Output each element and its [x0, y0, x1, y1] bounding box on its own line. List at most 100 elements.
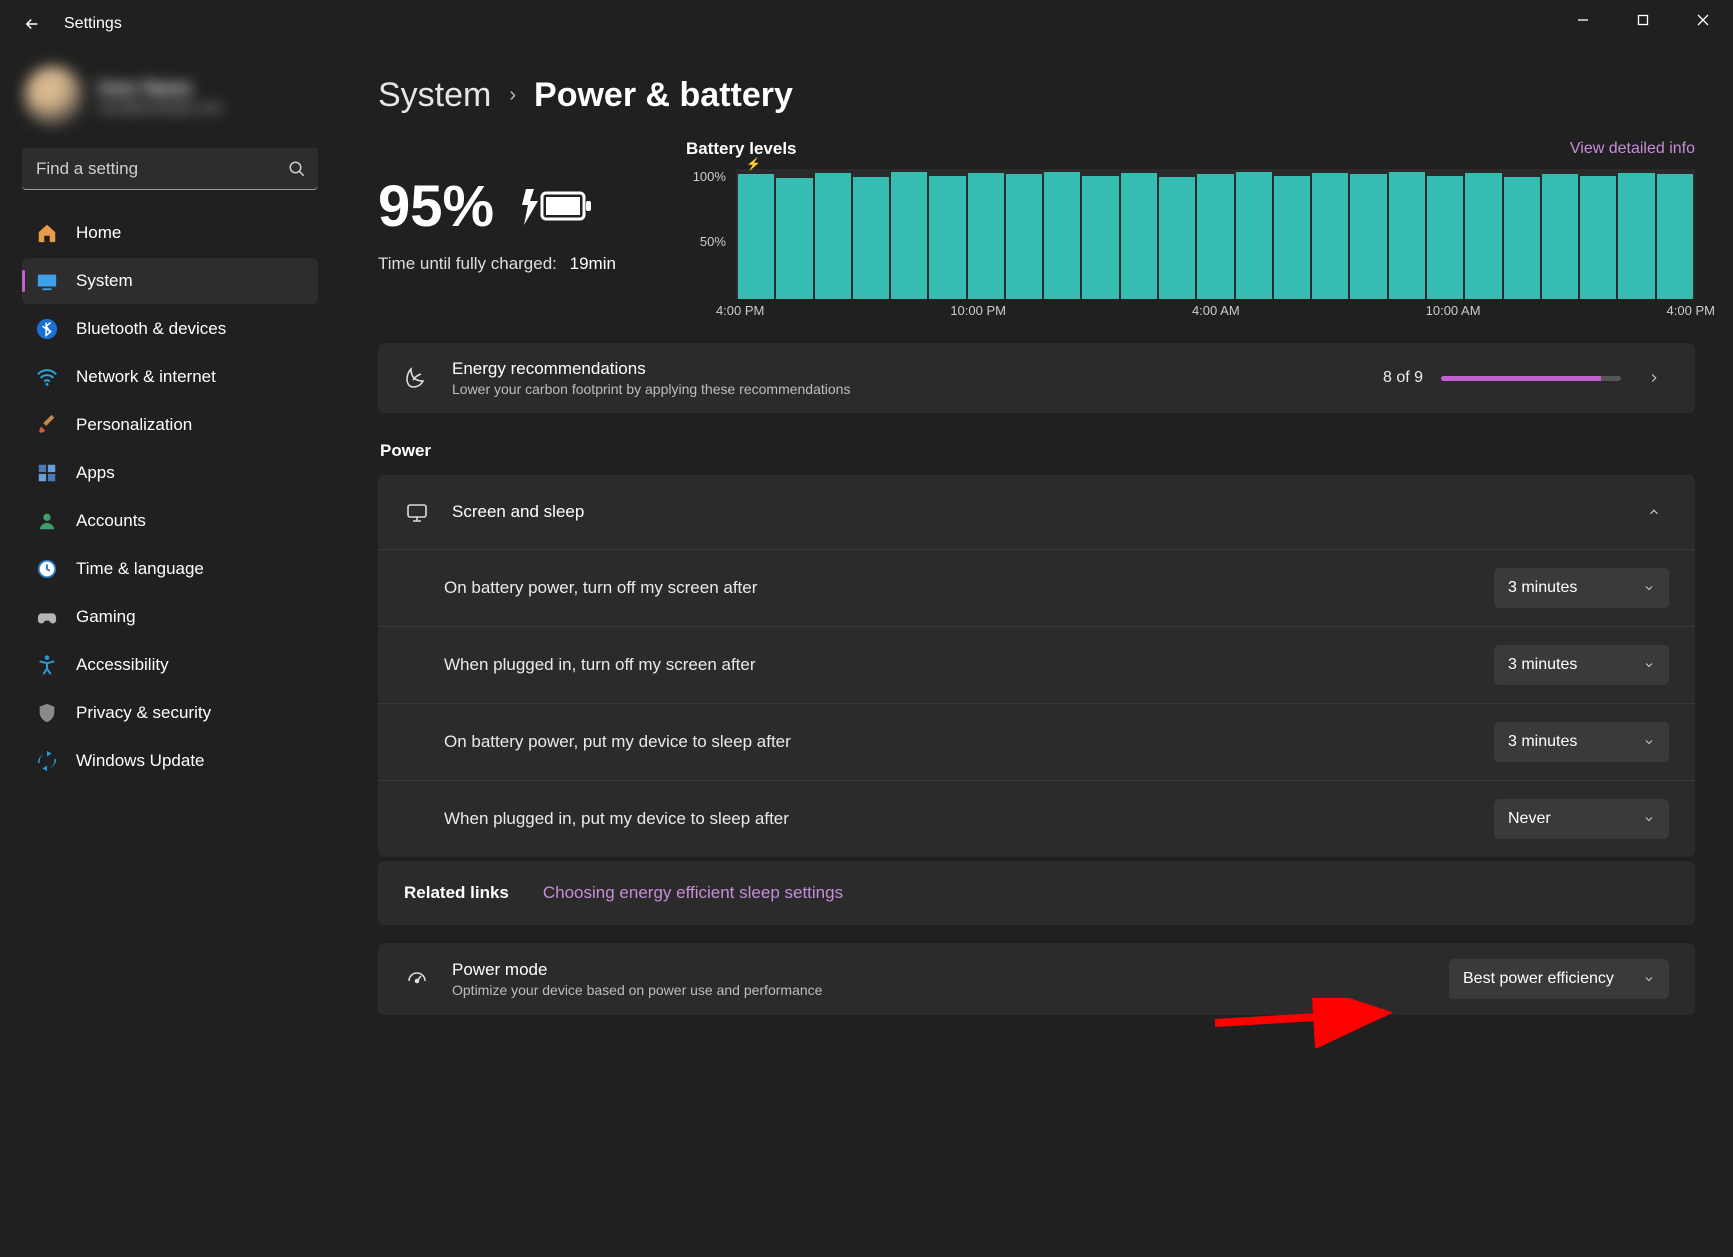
chart-bar	[1312, 173, 1348, 299]
power-mode-subtitle: Optimize your device based on power use …	[452, 982, 1427, 998]
charge-time-value: 19min	[570, 254, 616, 273]
chart-bar	[1542, 174, 1578, 299]
wifi-icon	[36, 366, 58, 388]
chevron-up-icon[interactable]	[1639, 497, 1669, 527]
x-tick: 10:00 AM	[1426, 303, 1481, 318]
power-mode-dropdown[interactable]: Best power efficiency	[1449, 959, 1669, 999]
leaf-icon	[404, 366, 430, 390]
sleep-setting-dropdown-1[interactable]: 3 minutes	[1494, 645, 1669, 685]
battery-percent: 95%	[378, 173, 616, 240]
power-mode-card[interactable]: Power mode Optimize your device based on…	[378, 943, 1695, 1015]
energy-progress	[1441, 376, 1621, 381]
sleep-setting-row: When plugged in, put my device to sleep …	[378, 781, 1695, 857]
chevron-right-icon[interactable]	[1639, 363, 1669, 393]
chevron-right-icon: ›	[509, 84, 516, 107]
y-tick: 100%	[686, 169, 726, 184]
chart-bar	[815, 173, 851, 299]
energy-recommendations-card[interactable]: Energy recommendations Lower your carbon…	[378, 343, 1695, 413]
sidebar-item-label: Windows Update	[76, 751, 205, 771]
brush-icon	[36, 414, 58, 436]
chart-bar	[1465, 173, 1501, 299]
sidebar-item-personalization[interactable]: Personalization	[22, 402, 318, 448]
y-tick: 50%	[686, 234, 726, 249]
related-link[interactable]: Choosing energy efficient sleep settings	[543, 883, 843, 903]
sidebar-item-time-language[interactable]: Time & language	[22, 546, 318, 592]
sidebar-item-label: Network & internet	[76, 367, 216, 387]
chevron-down-icon	[1643, 736, 1655, 748]
sidebar-item-system[interactable]: System	[22, 258, 318, 304]
screen-sleep-header[interactable]: Screen and sleep	[378, 475, 1695, 550]
avatar	[24, 66, 84, 126]
gamepad-icon	[36, 606, 58, 628]
chart-bar	[968, 173, 1004, 299]
chevron-down-icon	[1643, 973, 1655, 985]
energy-subtitle: Lower your carbon footprint by applying …	[452, 381, 1361, 397]
chart-bar	[1121, 173, 1157, 299]
search-icon	[288, 160, 306, 178]
sidebar-item-gaming[interactable]: Gaming	[22, 594, 318, 640]
sleep-setting-dropdown-3[interactable]: Never	[1494, 799, 1669, 839]
battery-percent-value: 95%	[378, 173, 494, 240]
chart-bar	[1197, 174, 1233, 299]
chevron-down-icon	[1643, 582, 1655, 594]
energy-count: 8 of 9	[1383, 369, 1423, 387]
bluetooth-icon	[36, 318, 58, 340]
profile-name: User Name	[98, 78, 223, 99]
breadcrumb-current: Power & battery	[534, 76, 793, 115]
profile-email: user@example.com	[98, 99, 223, 115]
sleep-setting-row: On battery power, put my device to sleep…	[378, 704, 1695, 781]
sidebar-item-label: Home	[76, 223, 121, 243]
sidebar-item-network-internet[interactable]: Network & internet	[22, 354, 318, 400]
search-field[interactable]	[22, 148, 318, 190]
sidebar-item-privacy-security[interactable]: Privacy & security	[22, 690, 318, 736]
breadcrumb-parent[interactable]: System	[378, 76, 491, 115]
sidebar-item-home[interactable]: Home	[22, 210, 318, 256]
battery-charging-icon	[516, 187, 594, 227]
person-icon	[36, 510, 58, 532]
view-detailed-link[interactable]: View detailed info	[1570, 140, 1695, 158]
chart-bar	[1236, 172, 1272, 299]
sidebar-item-windows-update[interactable]: Windows Update	[22, 738, 318, 784]
minimize-button[interactable]	[1553, 0, 1613, 40]
chart-bar	[1389, 172, 1425, 299]
screen-sleep-title: Screen and sleep	[452, 502, 1617, 522]
chevron-down-icon	[1643, 813, 1655, 825]
charge-time: Time until fully charged: 19min	[378, 254, 616, 274]
maximize-button[interactable]	[1613, 0, 1673, 40]
x-tick: 4:00 PM	[716, 303, 764, 318]
sleep-setting-dropdown-0[interactable]: 3 minutes	[1494, 568, 1669, 608]
gauge-icon	[404, 967, 430, 991]
sidebar-item-apps[interactable]: Apps	[22, 450, 318, 496]
sidebar-item-label: Accounts	[76, 511, 146, 531]
sidebar-item-label: Time & language	[76, 559, 204, 579]
sidebar-item-accessibility[interactable]: Accessibility	[22, 642, 318, 688]
sidebar-item-label: Gaming	[76, 607, 136, 627]
x-tick: 10:00 PM	[950, 303, 1006, 318]
back-button[interactable]	[20, 12, 44, 36]
sleep-setting-dropdown-2[interactable]: 3 minutes	[1494, 722, 1669, 762]
screen-icon	[404, 500, 430, 524]
breadcrumb: System › Power & battery	[378, 76, 1695, 115]
profile-block[interactable]: User Name user@example.com	[24, 66, 318, 126]
chart-bar	[1580, 176, 1616, 300]
sleep-setting-label: On battery power, turn off my screen aft…	[444, 578, 1494, 598]
chart-bar	[1082, 176, 1118, 300]
chevron-down-icon	[1643, 659, 1655, 671]
chart-bar	[891, 172, 927, 299]
dropdown-value: Never	[1508, 810, 1551, 828]
power-mode-title: Power mode	[452, 960, 1427, 980]
chart-bar	[776, 178, 812, 299]
bolt-icon: ⚡	[746, 157, 761, 171]
sidebar-item-bluetooth-devices[interactable]: Bluetooth & devices	[22, 306, 318, 352]
close-button[interactable]	[1673, 0, 1733, 40]
search-input[interactable]	[22, 148, 318, 190]
accessibility-icon	[36, 654, 58, 676]
power-mode-value: Best power efficiency	[1463, 970, 1614, 988]
chart-bar	[1159, 177, 1195, 299]
sidebar-item-label: Personalization	[76, 415, 192, 435]
chart-bar	[1006, 174, 1042, 299]
app-title: Settings	[64, 15, 122, 33]
chart-bar	[1044, 172, 1080, 299]
sidebar-item-accounts[interactable]: Accounts	[22, 498, 318, 544]
home-icon	[36, 222, 58, 244]
